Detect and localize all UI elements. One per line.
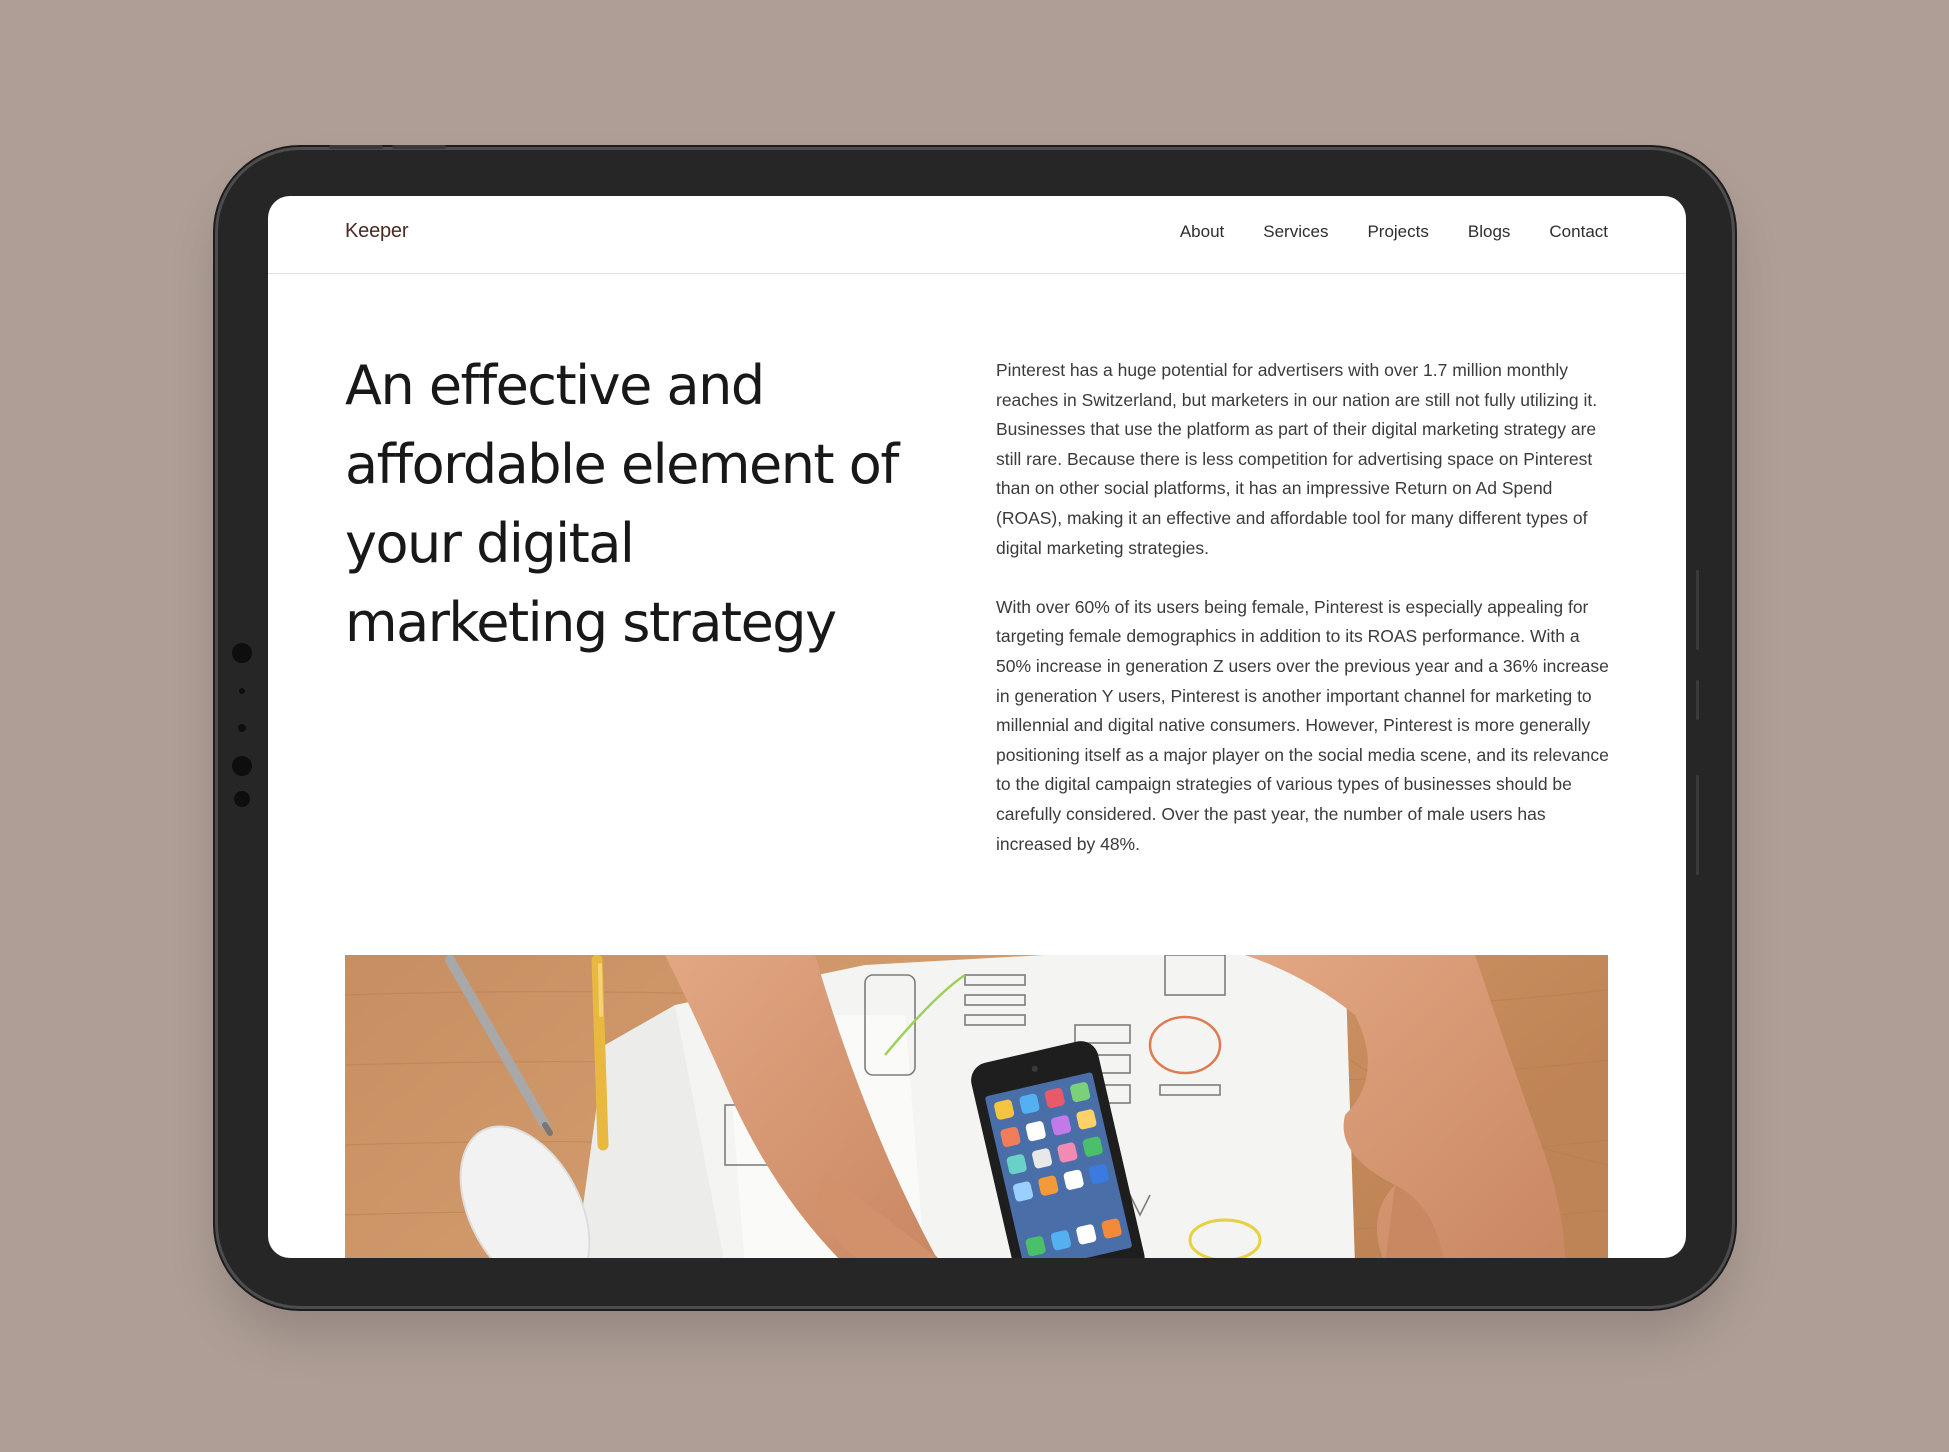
tablet-top-button [329, 145, 383, 149]
tablet-side-button [1696, 570, 1699, 650]
main-navigation: About Services Projects Blogs Contact [1180, 222, 1608, 242]
nav-link-blogs[interactable]: Blogs [1468, 222, 1511, 242]
camera-sensor-icon [238, 724, 246, 732]
body-paragraph-2: With over 60% of its users being female,… [996, 596, 1609, 854]
tablet-side-button [1696, 680, 1699, 720]
camera-sensor-icon [234, 791, 250, 807]
hero-headline: An effective and affordable element of y… [345, 354, 899, 654]
tablet-screen: Keeper About Services Projects Blogs Con… [268, 196, 1686, 1258]
nav-link-projects[interactable]: Projects [1367, 222, 1428, 242]
brand-logo[interactable]: Keeper [345, 220, 408, 243]
nav-link-about[interactable]: About [1180, 222, 1224, 242]
site-header: Keeper About Services Projects Blogs Con… [268, 196, 1686, 274]
camera-lens-icon [232, 756, 252, 776]
hero-body: Pinterest has a huge potential for adver… [996, 356, 1610, 889]
tablet-side-button [1696, 775, 1699, 875]
nav-link-contact[interactable]: Contact [1549, 222, 1608, 242]
body-paragraph-1: Pinterest has a huge potential for adver… [996, 360, 1598, 558]
nav-link-services[interactable]: Services [1263, 222, 1328, 242]
hero-photo [345, 955, 1608, 1258]
camera-sensor-icon [232, 643, 252, 663]
camera-sensor-icon [239, 688, 245, 694]
desk-photo-illustration [345, 955, 1608, 1258]
tablet-top-button [392, 145, 446, 149]
